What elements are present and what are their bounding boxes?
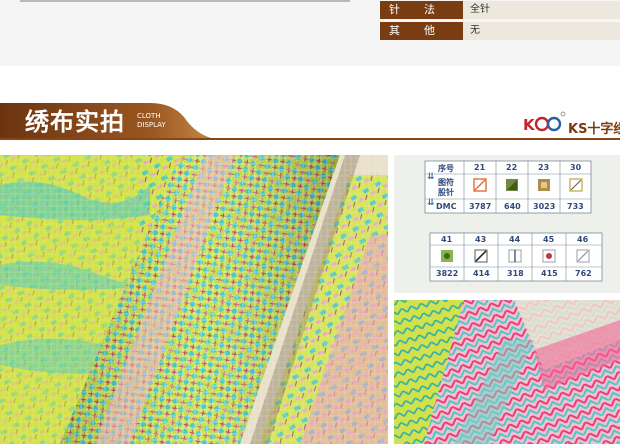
spec-row: 针法 全针 [380, 1, 620, 19]
subtitle-line: DISPLAY [137, 121, 166, 129]
section-subtitle: CLOTH DISPLAY [137, 112, 166, 130]
symbol-swatch [538, 179, 550, 191]
kcc-logo-icon: K [523, 111, 566, 134]
brand-name: KS十字绣 [568, 122, 620, 137]
spec-row: 其他 无 [380, 22, 620, 40]
symbol-swatch [569, 178, 583, 192]
spec-table: 针法 全针 其他 无 [380, 1, 620, 43]
spec-key: 针法 [380, 1, 463, 19]
section-title: 绣布实拍 [25, 108, 125, 136]
svg-text:K: K [523, 116, 536, 134]
spec-key: 其他 [380, 22, 463, 40]
symbol-swatch [542, 249, 556, 263]
subtitle-line: CLOTH [137, 112, 161, 120]
product-info-band: 针法 全针 其他 无 [0, 0, 620, 66]
stitch-closeup-photo [394, 300, 620, 444]
symbol-swatch [576, 249, 590, 263]
section-banner: 绣布实拍 CLOTH DISPLAY K KS十字绣 [0, 103, 620, 140]
symbol-swatch [441, 250, 453, 262]
banner-underline [0, 138, 620, 140]
chart-symbols [441, 178, 590, 263]
divider [20, 0, 350, 2]
symbol-swatch [508, 249, 522, 263]
brand-logo[interactable]: K KS十字绣 [522, 110, 620, 137]
symbol-swatch [506, 179, 518, 191]
fabric-rolls-photo [0, 155, 388, 444]
spec-value: 无 [463, 22, 620, 40]
spec-value: 全针 [463, 1, 620, 19]
symbol-swatch [474, 249, 488, 263]
symbol-swatch [473, 178, 487, 192]
color-chart-photo: ⇊ ⇊ 序号 图符 股针 DMC 21 22 23 30 3787 640 30… [394, 155, 620, 293]
